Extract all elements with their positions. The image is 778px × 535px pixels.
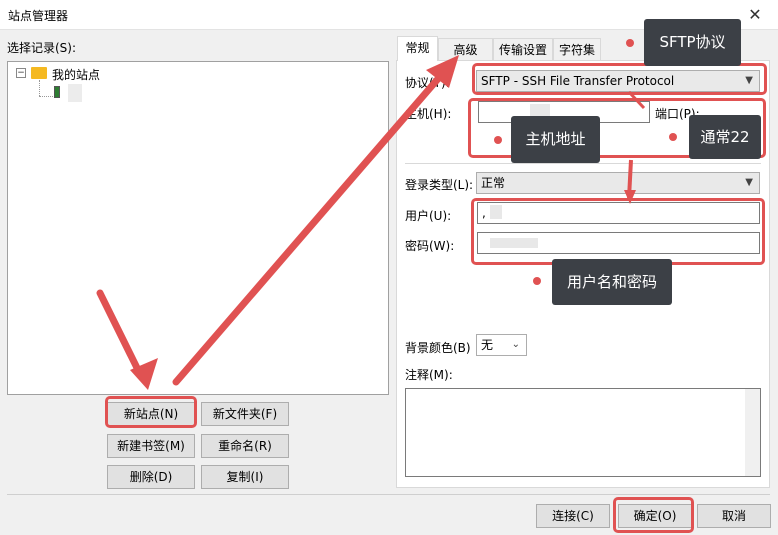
ok-highlight <box>613 497 694 533</box>
port-callout: 通常22 <box>689 115 761 159</box>
callout-dot <box>626 39 634 47</box>
arrow-to-protocol <box>172 69 447 386</box>
new-site-highlight <box>105 396 197 428</box>
arrow-to-new-site <box>96 289 145 380</box>
protocol-highlight <box>472 63 767 95</box>
host-callout: 主机地址 <box>511 116 600 163</box>
callout-dot <box>494 136 502 144</box>
callout-dot <box>669 133 677 141</box>
sftp-callout: SFTP协议 <box>644 19 741 66</box>
credentials-highlight <box>471 198 765 265</box>
callout-dot <box>533 277 541 285</box>
credentials-callout: 用户名和密码 <box>552 259 672 305</box>
